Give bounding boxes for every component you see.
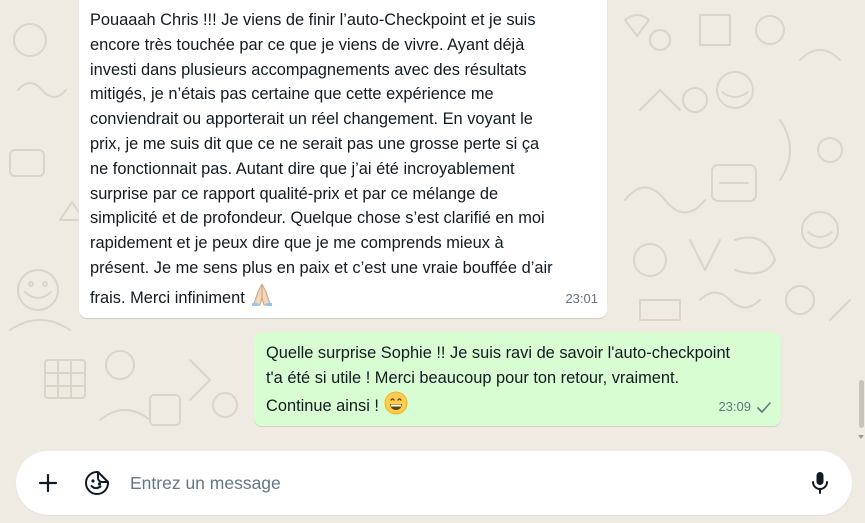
voice-message-button[interactable] [802, 465, 838, 501]
grinning-face-emoji [384, 391, 408, 423]
outgoing-message-text: Quelle surprise Sophie !! Je suis ravi d… [266, 341, 771, 422]
incoming-message-meta: 23:01 [565, 287, 598, 312]
single-check-icon [757, 402, 771, 413]
attach-button[interactable] [30, 465, 66, 501]
microphone-icon [812, 472, 828, 494]
outgoing-message[interactable]: Quelle surprise Sophie !! Je suis ravi d… [254, 332, 781, 426]
chat-area[interactable]: Pouaaah Chris !!! Je viens de finir l’au… [0, 0, 857, 443]
plus-icon [38, 473, 58, 493]
outgoing-message-time: 23:09 [718, 399, 751, 415]
incoming-message-time: 23:01 [565, 291, 598, 307]
incoming-message-text: Pouaaah Chris !!! Je viens de finir l’au… [90, 8, 597, 315]
sticker-button[interactable] [79, 465, 115, 501]
chat-scrollbar[interactable] [857, 0, 865, 443]
outgoing-message-meta: 23:09 [718, 395, 772, 420]
composer-bar [0, 443, 865, 523]
scrollbar-thumb[interactable] [859, 380, 864, 428]
composer [16, 451, 852, 515]
message-input[interactable] [130, 469, 780, 497]
incoming-message[interactable]: Pouaaah Chris !!! Je viens de finir l’au… [79, 0, 607, 318]
sticker-icon [85, 471, 109, 495]
folded-hands-emoji [249, 281, 275, 315]
scrollbar-down-arrow-icon[interactable] [858, 435, 864, 439]
